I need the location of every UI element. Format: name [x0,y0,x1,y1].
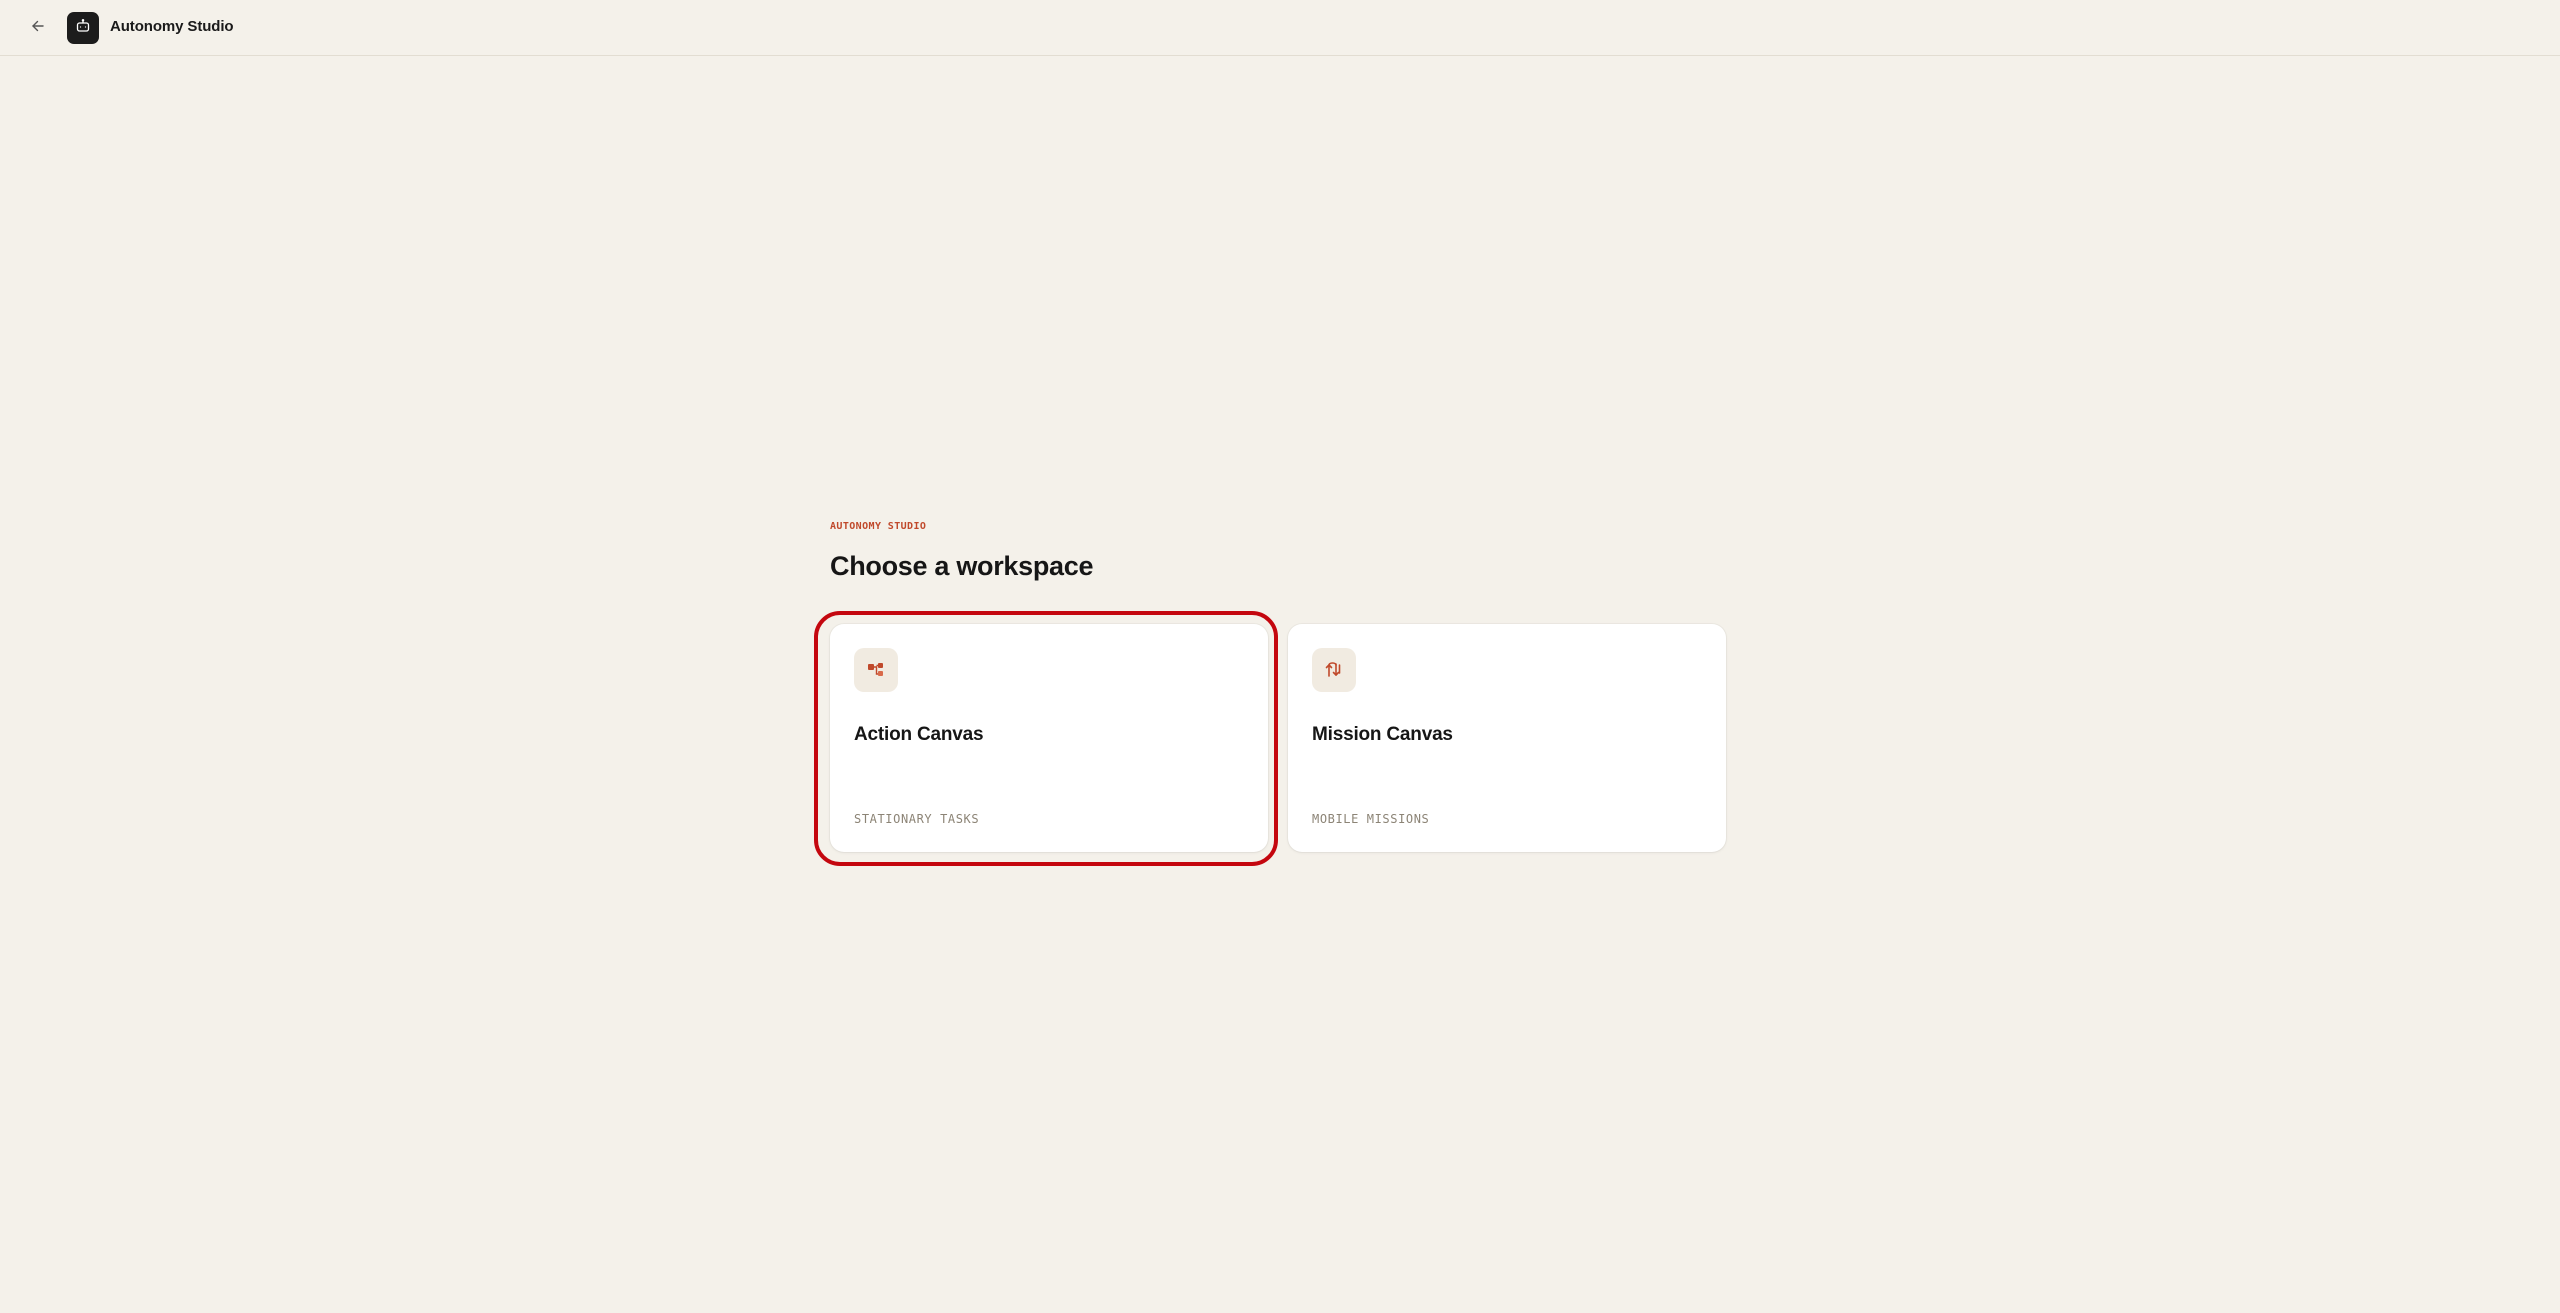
workspace-cards: Action Canvas STATIONARY TASKS Mission C… [814,611,1726,866]
workspace-chooser: AUTONOMY STUDIO Choose a workspace Actio… [814,520,1730,866]
eyebrow-label: AUTONOMY STUDIO [830,521,927,532]
card-title: Action Canvas [854,724,984,745]
app-title: Autonomy Studio [110,18,234,35]
workspace-card-action-canvas[interactable]: Action Canvas STATIONARY TASKS [814,611,1278,866]
workspace-card-mission-canvas[interactable]: Mission Canvas MOBILE MISSIONS [1288,624,1726,852]
arrow-left-icon [30,18,46,39]
card-subtitle: STATIONARY TASKS [854,812,980,826]
flow-blocks-icon [854,648,898,692]
page-title: Choose a workspace [830,551,1094,581]
back-button[interactable] [24,14,52,42]
card-subtitle: MOBILE MISSIONS [1312,812,1430,826]
route-arrows-icon [1312,648,1356,692]
robot-icon [75,18,91,39]
card-title: Mission Canvas [1312,724,1453,745]
app-logo[interactable] [67,12,99,44]
top-bar: Autonomy Studio [0,0,2560,56]
